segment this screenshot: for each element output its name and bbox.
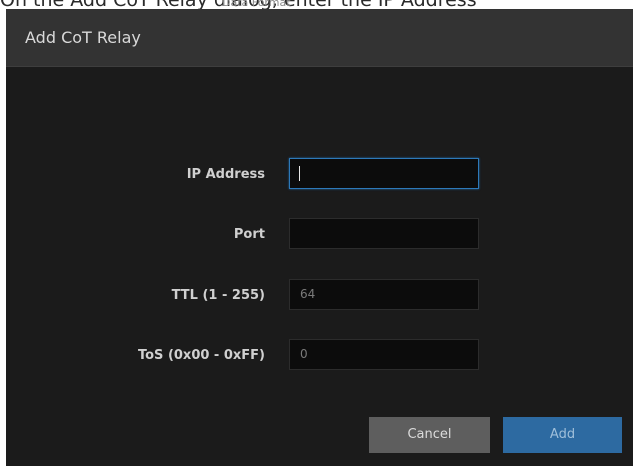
tos-label: ToS (0x00 - 0xFF)	[137, 348, 265, 363]
ip-address-row: IP Address	[6, 158, 633, 192]
cancel-button[interactable]: Cancel	[369, 417, 490, 453]
ip-address-input[interactable]	[289, 158, 479, 189]
ttl-input[interactable]: 64	[289, 279, 479, 310]
ttl-label: TTL (1 - 255)	[171, 288, 265, 303]
text-caret	[299, 166, 300, 181]
background-label: Data Format	[222, 0, 291, 9]
tos-input[interactable]: 0	[289, 339, 479, 370]
port-row: Port	[6, 218, 633, 252]
tos-row: ToS (0x00 - 0xFF) 0	[6, 339, 633, 373]
add-button[interactable]: Add	[503, 417, 622, 453]
port-input[interactable]	[289, 218, 479, 249]
port-label: Port	[233, 227, 265, 242]
ip-address-label: IP Address	[186, 167, 265, 182]
document-caption: On the Add CoT Relay dialog, enter the I…	[0, 0, 639, 9]
dialog-title: Add CoT Relay	[25, 28, 141, 47]
tos-value: 0	[300, 347, 308, 361]
ttl-value: 64	[300, 287, 316, 301]
ttl-row: TTL (1 - 255) 64	[6, 279, 633, 313]
add-cot-relay-dialog: Add CoT Relay IP Address Port TTL (1 - 2…	[6, 9, 633, 466]
dialog-header: Add CoT Relay	[6, 9, 633, 67]
